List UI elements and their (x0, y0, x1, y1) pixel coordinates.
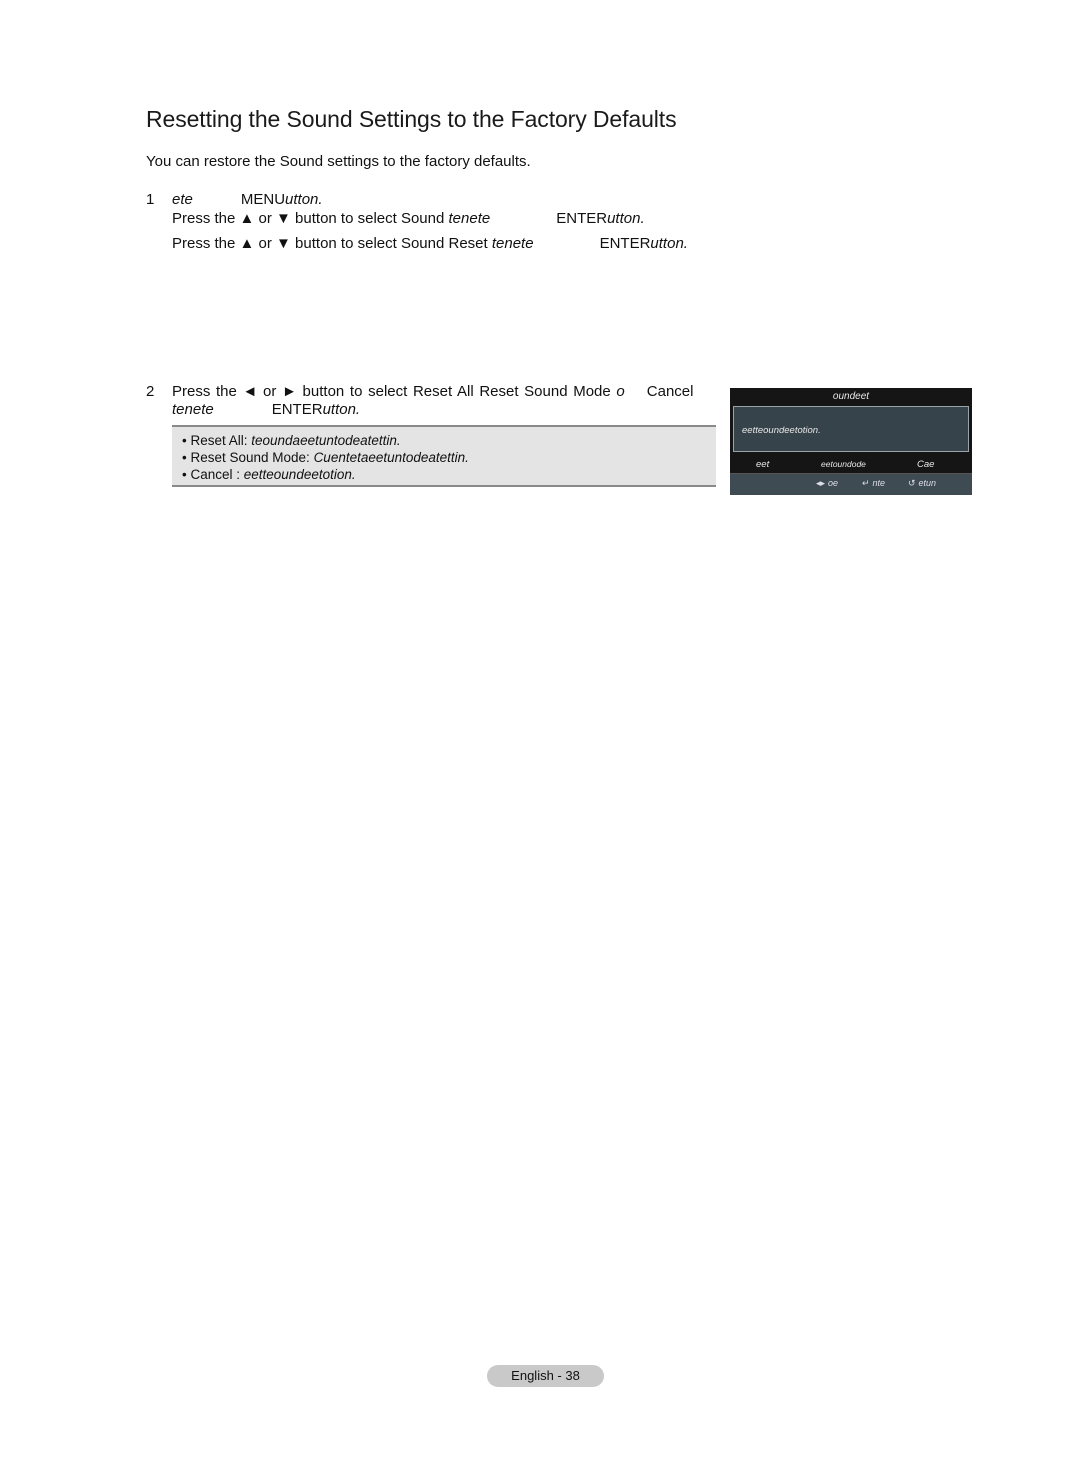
step-2-line-1: Press the ◄ or ► button to select Reset … (172, 383, 694, 400)
osd-hint-bar: ◂▸ oe ↵ nte ↺ etun (730, 473, 972, 495)
step-1-line-1-c: utton. (285, 191, 323, 208)
osd-option-reset-all[interactable]: eet (756, 459, 769, 470)
step-2-line-2: tenete ENTERutton. (172, 401, 361, 418)
note-reset-all: • Reset All: teoundaeetuntodeatettin. (182, 433, 401, 448)
enter-icon: ↵ (862, 478, 870, 488)
enter-key: ENTER (599, 235, 651, 252)
osd-hint-enter: ↵ nte (862, 478, 886, 488)
step-1-line-1: ete MENUutton. (172, 191, 323, 209)
osd-option-cancel[interactable]: Cae (917, 459, 934, 470)
sound-reset-osd-dialog: oundeet eetteoundeetotion. eet eetoundod… (730, 388, 972, 495)
osd-message-box: eetteoundeetotion. (733, 406, 969, 452)
enter-key: ENTER (271, 401, 323, 418)
osd-option-reset-sound-mode[interactable]: eetoundode (821, 459, 866, 469)
enter-key: ENTER (556, 210, 608, 227)
step-1-number: 1 (146, 191, 155, 208)
note-reset-sound-mode: • Reset Sound Mode: Cuentetaeetuntodeate… (182, 450, 469, 465)
osd-hint-return: ↺ etun (908, 478, 937, 488)
step-1-menu-key: MENU (240, 191, 286, 208)
return-icon: ↺ (908, 478, 916, 488)
osd-message: eetteoundeetotion. (742, 425, 821, 436)
step-1-line-2: Press the ▲ or ▼ button to select Sound … (172, 210, 645, 227)
osd-hint-move: ◂▸ oe (816, 478, 839, 488)
osd-title: oundeet (832, 391, 870, 402)
intro-text: You can restore the Sound settings to th… (146, 153, 531, 170)
options-note-box: • Reset All: teoundaeetuntodeatettin. • … (172, 425, 716, 487)
page-title: Resetting the Sound Settings to the Fact… (146, 106, 677, 132)
step-1-line-3: Press the ▲ or ▼ button to select Sound … (172, 235, 688, 252)
left-right-arrows-icon: ◂▸ (816, 478, 826, 488)
step-1-line-1-a: ete (172, 191, 193, 208)
page-number-badge: English - 38 (487, 1365, 604, 1387)
step-2-number: 2 (146, 383, 155, 400)
note-cancel: • Cancel : eetteoundeetotion. (182, 467, 356, 482)
